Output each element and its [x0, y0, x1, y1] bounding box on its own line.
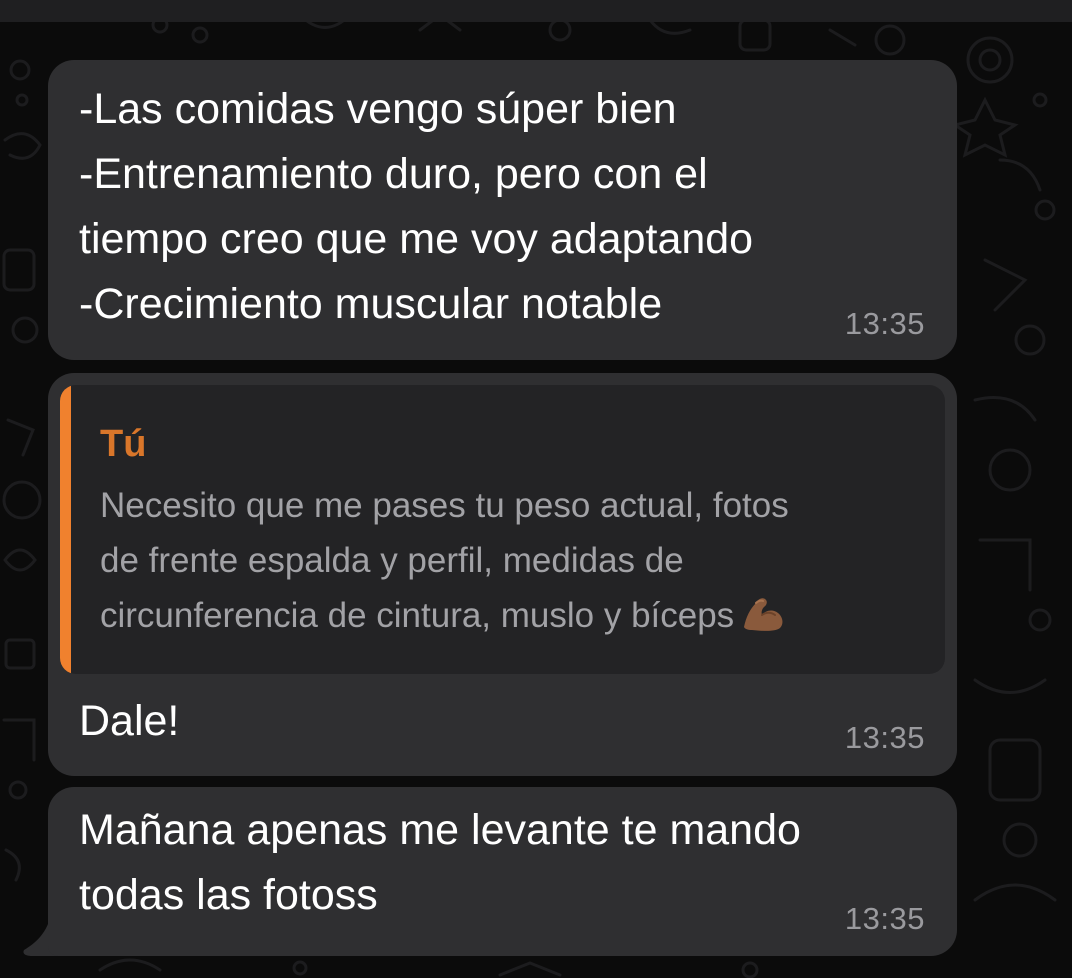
flexed-biceps-icon — [744, 598, 783, 631]
message-text: Mañana apenas me levante te mando todas … — [79, 806, 801, 919]
quoted-message[interactable]: Tú Necesito que me pases tu peso actual,… — [60, 385, 945, 674]
quote-text: Necesito que me pases tu peso actual, fo… — [100, 478, 930, 643]
message-timestamp: 13:35 — [844, 306, 925, 341]
message-timestamp: 13:35 — [844, 901, 925, 936]
message-bubble[interactable]: -Las comidas vengo súper bien -Entrenami… — [48, 60, 957, 360]
message-timestamp: 13:35 — [844, 720, 925, 755]
quote-accent-bar — [60, 385, 71, 674]
quote-author: Tú — [100, 423, 147, 465]
quote-text-content: Necesito que me pases tu peso actual, fo… — [100, 486, 789, 635]
message-bubble[interactable]: Mañana apenas me levante te mando todas … — [48, 787, 957, 956]
message-text: -Las comidas vengo súper bien -Entrenami… — [79, 85, 754, 328]
message-bubble-with-reply[interactable]: Tú Necesito que me pases tu peso actual,… — [48, 373, 957, 776]
message-text: Dale! — [79, 697, 180, 745]
top-bar — [0, 0, 1072, 22]
